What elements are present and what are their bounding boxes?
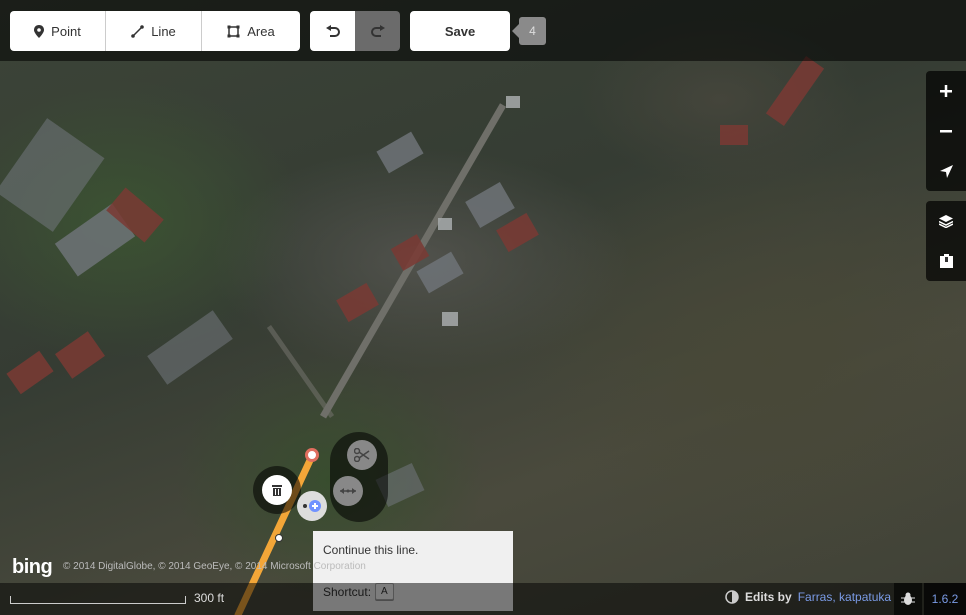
area-label: Area bbox=[247, 23, 275, 39]
continue-operation[interactable] bbox=[297, 491, 327, 521]
add-line-button[interactable]: Line bbox=[106, 11, 202, 51]
area-icon bbox=[227, 25, 240, 37]
undo-icon bbox=[325, 24, 340, 37]
continue-icon bbox=[303, 500, 321, 512]
split-icon bbox=[354, 448, 370, 462]
add-point-button[interactable]: Point bbox=[10, 11, 106, 51]
add-area-button[interactable]: Area bbox=[202, 11, 300, 51]
map-data-button[interactable] bbox=[926, 241, 966, 281]
edits-by-label: Edits by bbox=[745, 590, 792, 604]
background-button[interactable] bbox=[926, 201, 966, 241]
report-bug-button[interactable] bbox=[894, 583, 922, 615]
panel-controls bbox=[926, 201, 966, 281]
scale-bar[interactable] bbox=[10, 596, 186, 604]
line-label: Line bbox=[151, 23, 176, 39]
line-icon bbox=[131, 24, 145, 38]
geolocate-button[interactable] bbox=[926, 151, 966, 191]
zoom-out-button[interactable] bbox=[926, 111, 966, 151]
save-label: Save bbox=[444, 23, 476, 39]
editors-link[interactable]: Farras, katpatuka bbox=[798, 590, 891, 604]
edits-by: Edits by Farras, katpatuka bbox=[725, 590, 891, 604]
move-icon bbox=[340, 488, 356, 494]
tooltip-text: Continue this line. bbox=[323, 543, 419, 557]
layers-icon bbox=[939, 215, 953, 228]
bug-icon bbox=[901, 592, 915, 605]
bing-logo: bing bbox=[12, 556, 53, 578]
geolocate-icon bbox=[939, 164, 953, 178]
way-vertex[interactable] bbox=[275, 534, 283, 542]
zoom-in-icon bbox=[940, 85, 952, 97]
redo-button[interactable] bbox=[355, 11, 400, 51]
point-icon bbox=[34, 24, 45, 38]
scale-label: 300 ft bbox=[194, 591, 225, 605]
selected-way-layer bbox=[234, 448, 319, 615]
split-operation[interactable] bbox=[347, 440, 377, 470]
map-data-icon bbox=[939, 254, 953, 268]
point-label: Point bbox=[51, 23, 81, 39]
zoom-in-button[interactable] bbox=[926, 71, 966, 111]
edit-count-badge: 4 bbox=[512, 17, 546, 45]
redo-icon bbox=[370, 24, 385, 37]
imagery-attribution[interactable]: © 2014 DigitalGlobe, © 2014 GeoEye, © 20… bbox=[63, 561, 366, 572]
delete-operation[interactable] bbox=[262, 475, 292, 505]
zoom-out-icon bbox=[940, 130, 952, 133]
version-label[interactable]: 1.6.2 bbox=[924, 583, 966, 615]
delete-icon bbox=[272, 485, 282, 496]
way-endpoint-vertex[interactable] bbox=[305, 448, 319, 462]
move-operation[interactable] bbox=[333, 476, 363, 506]
save-button[interactable]: Save bbox=[410, 11, 510, 51]
map-controls bbox=[926, 71, 966, 191]
history-icon bbox=[725, 590, 739, 604]
undo-button[interactable] bbox=[310, 11, 355, 51]
